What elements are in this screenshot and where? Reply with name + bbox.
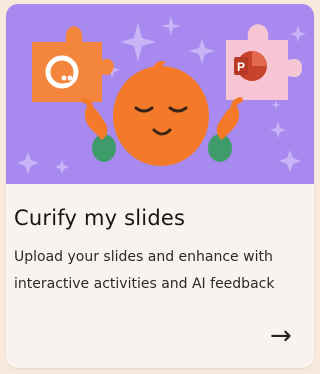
sparkle-icon: [161, 16, 181, 36]
sparkle-icon: [279, 150, 301, 172]
powerpoint-letter: P: [237, 60, 245, 74]
sparkle-icon: [270, 122, 286, 138]
puzzle-piece-icon: [32, 26, 114, 102]
sparkle-icon: [120, 22, 156, 62]
mascot-illustration: [81, 61, 243, 166]
curify-slides-card[interactable]: P Curify my slides Upload your slides an…: [6, 4, 314, 368]
sparkle-icon: [17, 152, 39, 174]
sparkle-icon: [189, 38, 215, 64]
powerpoint-puzzle: P: [226, 24, 302, 100]
sparkle-icon: [55, 160, 69, 174]
card-hero-illustration: P: [6, 4, 314, 184]
sparkle-icon: [271, 100, 281, 110]
sparkle-icon: [290, 26, 306, 42]
card-description: Upload your slides and enhance with inte…: [14, 249, 275, 292]
card-title: Curify my slides: [14, 206, 186, 230]
arrow-right-icon[interactable]: →: [270, 323, 292, 349]
hero-svg: P: [17, 16, 306, 174]
